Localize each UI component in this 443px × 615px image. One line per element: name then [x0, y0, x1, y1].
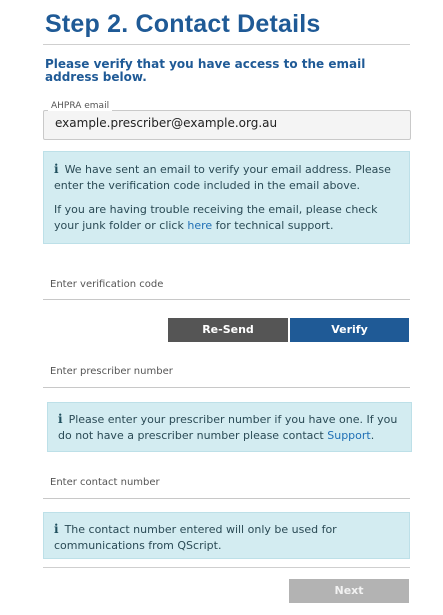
- footer-divider: [43, 567, 410, 568]
- title-divider: [43, 44, 410, 45]
- info-icon: i: [54, 162, 59, 176]
- verification-code-placeholder: Enter verification code: [50, 279, 164, 290]
- contact-info-box: i The contact number entered will only be…: [43, 512, 410, 559]
- email-info-box: i We have sent an email to verify your em…: [43, 151, 410, 244]
- support-link[interactable]: Support: [327, 429, 370, 442]
- verify-button[interactable]: Verify: [290, 318, 409, 342]
- prescriber-info-box: i Please enter your prescriber number if …: [47, 402, 412, 452]
- page-title: Step 2. Contact Details: [45, 10, 321, 38]
- support-link-here[interactable]: here: [187, 219, 212, 232]
- next-button[interactable]: Next: [289, 579, 409, 603]
- email-info-support-text: If you are having trouble receiving the …: [54, 203, 378, 232]
- prescriber-info-text: i Please enter your prescriber number if …: [58, 412, 398, 442]
- prescriber-number-placeholder: Enter prescriber number: [50, 366, 173, 377]
- contact-number-placeholder: Enter contact number: [50, 477, 160, 488]
- email-field-legend: AHPRA email: [48, 101, 113, 111]
- resend-button[interactable]: Re-Send: [168, 318, 288, 342]
- page-subtitle: Please verify that you have access to th…: [45, 57, 366, 84]
- email-field-value: example.prescriber@example.org.au: [55, 116, 278, 130]
- info-icon: i: [54, 522, 59, 536]
- email-info-text: i We have sent an email to verify your em…: [54, 162, 391, 192]
- info-icon: i: [58, 412, 63, 426]
- contact-info-text: i The contact number entered will only be…: [54, 522, 337, 552]
